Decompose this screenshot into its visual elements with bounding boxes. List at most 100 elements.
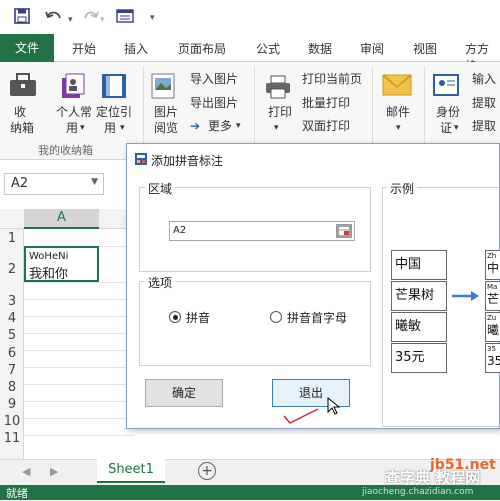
name-box-value: A2 bbox=[11, 176, 29, 191]
chevron-down-icon[interactable]: ▼ bbox=[91, 177, 98, 187]
cell-text: 我和你 bbox=[29, 267, 69, 282]
example-result-cell: Ma 芒 bbox=[485, 281, 500, 311]
grid-line bbox=[24, 316, 134, 317]
row-header[interactable]: 1 bbox=[0, 231, 24, 246]
example-group-label: 示例 bbox=[387, 180, 418, 197]
import-images-button[interactable]: 导入图片 bbox=[190, 71, 238, 88]
locate-button-line2[interactable]: 用 bbox=[104, 120, 116, 137]
form-icon[interactable] bbox=[116, 8, 134, 27]
personal-button-line1[interactable]: 个人常 bbox=[56, 104, 92, 121]
example-result-main: 35 bbox=[487, 354, 500, 368]
personal-icon bbox=[58, 72, 88, 103]
area-input[interactable]: A2 bbox=[169, 221, 355, 241]
example-result-ruby: Zh bbox=[487, 252, 497, 260]
storage-button-line1[interactable]: 收 bbox=[14, 104, 26, 121]
batch-print-button[interactable]: 批量打印 bbox=[302, 95, 350, 112]
extract-button-1[interactable]: 提取 bbox=[472, 95, 496, 112]
print-dropdown-icon[interactable]: ▾ bbox=[274, 120, 279, 137]
tab-view[interactable]: 视图 bbox=[413, 40, 437, 57]
example-result-ruby: Zu bbox=[487, 314, 497, 322]
id-dropdown-icon[interactable]: ▾ bbox=[454, 120, 459, 137]
print-button[interactable]: 打印 bbox=[268, 104, 292, 121]
arrow-right-icon bbox=[451, 290, 481, 305]
row-header[interactable]: 10 bbox=[0, 414, 24, 429]
tab-formulas[interactable]: 公式 bbox=[256, 40, 280, 57]
mail-button[interactable]: 邮件 bbox=[386, 104, 410, 121]
image-view-line2[interactable]: 阅览 bbox=[154, 120, 178, 137]
row-header[interactable]: 5 bbox=[0, 328, 24, 343]
id-button-line1[interactable]: 身份 bbox=[436, 104, 460, 121]
scroll-left-icon[interactable]: ◀ bbox=[22, 465, 30, 478]
add-sheet-button[interactable]: + bbox=[198, 462, 216, 480]
input-button[interactable]: 输入 bbox=[472, 71, 496, 88]
dialog-app-icon bbox=[135, 153, 147, 165]
row-header[interactable]: 8 bbox=[0, 380, 24, 395]
extract-button-2[interactable]: 提取 bbox=[472, 118, 496, 135]
tab-data[interactable]: 数据 bbox=[308, 40, 332, 57]
print-current-page-button[interactable]: 打印当前页 bbox=[302, 71, 362, 88]
tab-page-layout[interactable]: 页面布局 bbox=[178, 40, 226, 57]
personal-button-line2[interactable]: 用 bbox=[66, 120, 78, 137]
example-result-cell: 3535 bbox=[485, 343, 500, 373]
mail-icon bbox=[382, 74, 412, 99]
grid-line bbox=[24, 418, 134, 419]
locate-button-line1[interactable]: 定位引 bbox=[96, 104, 132, 121]
range-select-icon[interactable] bbox=[336, 224, 352, 238]
radio-selected-dot bbox=[173, 315, 178, 320]
cell-a2[interactable]: WoHeNi 我和你 bbox=[24, 246, 99, 282]
customize-icon[interactable]: ▾ bbox=[150, 10, 155, 26]
locate-dropdown-icon[interactable]: ▾ bbox=[120, 120, 125, 137]
grid-line bbox=[24, 333, 134, 334]
example-source-cell: 35元 bbox=[391, 343, 447, 373]
image-view-icon bbox=[150, 72, 176, 103]
name-box[interactable]: A2 ▼ bbox=[4, 173, 104, 195]
tab-home[interactable]: 开始 bbox=[72, 40, 96, 57]
row-header[interactable]: 9 bbox=[0, 397, 24, 412]
area-group-label: 区域 bbox=[145, 180, 176, 197]
tab-review[interactable]: 审阅 bbox=[360, 40, 384, 57]
radio-pinyin[interactable] bbox=[169, 311, 181, 323]
column-header-a[interactable]: A bbox=[24, 209, 99, 229]
example-result-main: 芒 bbox=[487, 292, 500, 306]
ribbon-separator bbox=[254, 66, 255, 154]
tab-insert[interactable]: 插入 bbox=[124, 40, 148, 57]
row-header[interactable]: 3 bbox=[0, 294, 24, 309]
save-icon[interactable] bbox=[14, 8, 30, 27]
row-header[interactable]: 11 bbox=[0, 431, 24, 446]
more-dropdown-icon[interactable]: ▾ bbox=[236, 118, 241, 135]
quick-access-toolbar: ▾ ▾ ▾ bbox=[0, 0, 500, 34]
grid-line bbox=[24, 299, 134, 300]
more-arrow-icon: ➔ bbox=[190, 119, 201, 133]
example-source-cell: 曦敏 bbox=[391, 312, 447, 342]
row-header[interactable]: 4 bbox=[0, 311, 24, 326]
watermark-url: jiaocheng.chazidian.com bbox=[362, 487, 474, 497]
radio-pinyin-initial[interactable] bbox=[270, 311, 282, 323]
redo-icon[interactable] bbox=[82, 8, 100, 27]
storage-button-line2[interactable]: 纳箱 bbox=[10, 120, 34, 137]
radio-pinyin-label[interactable]: 拼音 bbox=[186, 309, 210, 326]
group-label-storage: 我的收纳箱 bbox=[38, 144, 93, 157]
personal-dropdown-icon[interactable]: ▾ bbox=[80, 120, 85, 137]
radio-pinyin-initial-label[interactable]: 拼音首字母 bbox=[287, 309, 347, 326]
redo-dropdown-icon[interactable]: ▾ bbox=[100, 12, 105, 28]
row-header[interactable]: 6 bbox=[0, 346, 24, 361]
undo-dropdown-icon[interactable]: ▾ bbox=[68, 12, 73, 28]
mail-dropdown-icon[interactable]: ▾ bbox=[396, 120, 401, 137]
printer-icon bbox=[264, 74, 292, 103]
more-button[interactable]: 更多 bbox=[208, 118, 232, 135]
mouse-cursor-icon bbox=[327, 396, 341, 418]
tab-file[interactable]: 文件 bbox=[0, 34, 54, 62]
id-button-line2[interactable]: 证 bbox=[440, 120, 452, 137]
scroll-right-icon[interactable]: ▶ bbox=[50, 465, 58, 478]
duplex-print-button[interactable]: 双面打印 bbox=[302, 118, 350, 135]
ok-button[interactable]: 确定 bbox=[145, 379, 223, 407]
example-result-main: 曦 bbox=[487, 323, 500, 337]
row-header[interactable]: 2 bbox=[0, 262, 24, 277]
sheet-tab[interactable]: Sheet1 bbox=[97, 459, 165, 483]
row-header[interactable]: 7 bbox=[0, 363, 24, 378]
image-view-line1[interactable]: 图片 bbox=[154, 104, 178, 121]
example-result-cell: Zh 中 bbox=[485, 250, 500, 280]
undo-icon[interactable] bbox=[44, 8, 64, 27]
watermark-title: 查字典 教程网 bbox=[385, 469, 481, 487]
export-images-button[interactable]: 导出图片 bbox=[190, 95, 238, 112]
